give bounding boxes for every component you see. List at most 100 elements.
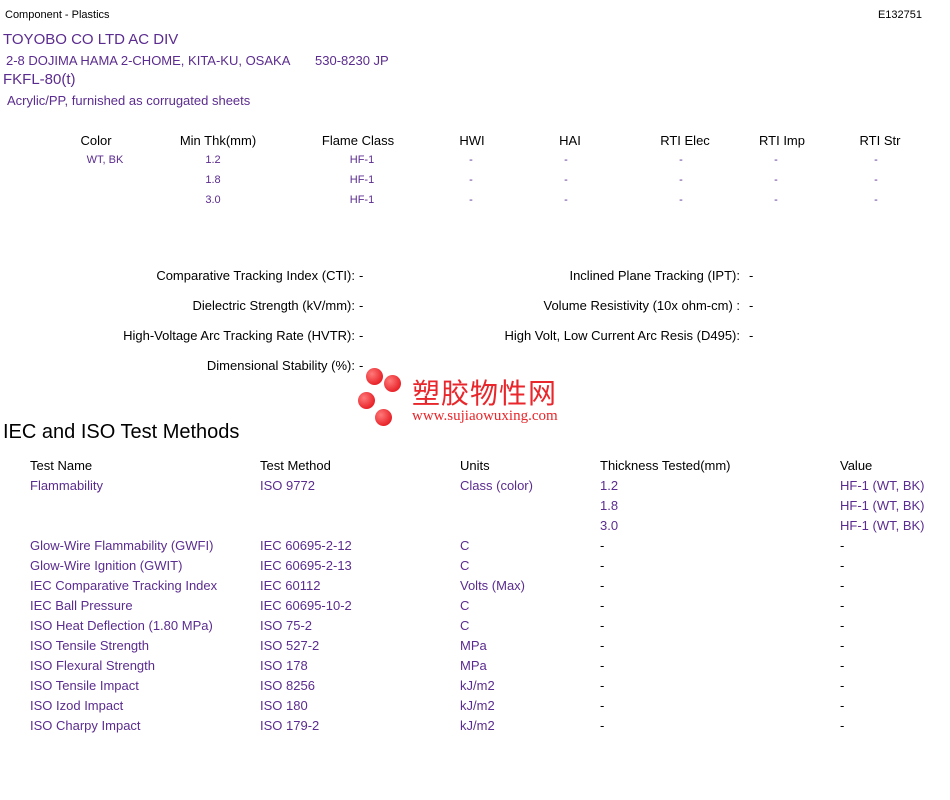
- property-label: High-Voltage Arc Tracking Rate (HVTR):: [123, 328, 355, 343]
- company-postal: 530-8230 JP: [315, 53, 389, 68]
- iec-cell-test-name: ISO Tensile Impact: [30, 678, 139, 693]
- ratings-table-cell: 1.8: [205, 174, 221, 186]
- ratings-table-cell: -: [469, 154, 473, 166]
- iec-cell-value: HF-1 (WT, BK): [840, 478, 925, 493]
- iec-cell-test-method: IEC 60695-10-2: [260, 598, 352, 613]
- ratings-table-cell: -: [874, 154, 878, 166]
- category-label: Component - Plastics: [5, 9, 110, 21]
- ratings-table-cell: -: [469, 194, 473, 206]
- iec-cell-units: MPa: [460, 658, 487, 673]
- iec-section-title: IEC and ISO Test Methods: [3, 421, 240, 443]
- col-header-test-method: Test Method: [260, 458, 331, 473]
- iec-cell-thickness: -: [600, 538, 605, 553]
- col-header-test-name: Test Name: [30, 458, 93, 473]
- product-description: Acrylic/PP, furnished as corrugated shee…: [7, 93, 251, 108]
- iec-cell-test-method: IEC 60112: [260, 578, 321, 593]
- ratings-table-cell: -: [874, 174, 878, 186]
- iec-cell-units: kJ/m2: [460, 698, 495, 713]
- col-header-color: Color: [80, 133, 112, 148]
- property-label: Comparative Tracking Index (CTI):: [156, 268, 355, 283]
- company-address: 2-8 DOJIMA HAMA 2-CHOME, KITA-KU, OSAKA: [6, 53, 291, 68]
- iec-cell-thickness: -: [600, 658, 605, 673]
- ratings-table-cell: -: [774, 154, 778, 166]
- property-label: Inclined Plane Tracking (IPT):: [569, 268, 740, 283]
- property-label: Dielectric Strength (kV/mm):: [192, 298, 355, 313]
- col-header-rti-str: RTI Str: [859, 133, 901, 148]
- ratings-table-cell: -: [774, 174, 778, 186]
- iec-cell-test-name: IEC Comparative Tracking Index: [30, 578, 218, 593]
- ratings-table-cell: -: [679, 194, 683, 206]
- iec-cell-value: HF-1 (WT, BK): [840, 498, 925, 513]
- ratings-table-cell: -: [679, 154, 683, 166]
- iec-cell-units: MPa: [460, 638, 487, 653]
- iec-cell-test-name: ISO Heat Deflection (1.80 MPa): [30, 618, 213, 633]
- iec-cell-test-method: ISO 179-2: [260, 718, 320, 733]
- iec-cell-units: C: [460, 598, 470, 613]
- ratings-table-cell: -: [774, 194, 778, 206]
- iec-cell-units: C: [460, 618, 470, 633]
- iec-cell-thickness: -: [600, 558, 605, 573]
- iec-cell-thickness: -: [600, 598, 605, 613]
- col-header-hwi: HWI: [459, 133, 485, 148]
- iec-cell-units: C: [460, 558, 470, 573]
- property-label: High Volt, Low Current Arc Resis (D495):: [504, 328, 740, 343]
- col-header-flame-class: Flame Class: [321, 133, 395, 148]
- iec-cell-test-name: Glow-Wire Ignition (GWIT): [30, 558, 183, 573]
- watermark-dot: [375, 409, 392, 426]
- iec-cell-value: -: [840, 538, 845, 553]
- iec-cell-value: -: [840, 598, 845, 613]
- iec-cell-thickness: 3.0: [600, 518, 619, 533]
- property-value: -: [359, 328, 364, 343]
- property-value: -: [749, 298, 754, 313]
- iec-cell-value: -: [840, 618, 845, 633]
- property-label: Dimensional Stability (%):: [206, 358, 355, 373]
- iec-cell-test-name: ISO Charpy Impact: [30, 718, 141, 733]
- iec-cell-thickness: 1.2: [600, 478, 619, 493]
- watermark-text: 塑胶物性网: [412, 377, 558, 410]
- iec-cell-test-method: ISO 8256: [260, 678, 315, 693]
- iec-cell-thickness: -: [600, 578, 605, 593]
- iec-cell-value: -: [840, 578, 845, 593]
- ratings-table-cell: WT, BK: [86, 154, 124, 166]
- iec-cell-thickness: -: [600, 618, 605, 633]
- property-label: Volume Resistivity (10x ohm-cm) :: [543, 298, 741, 313]
- col-header-thickness: Thickness Tested(mm): [600, 458, 731, 473]
- iec-cell-test-method: ISO 178: [260, 658, 308, 673]
- iec-cell-test-name: ISO Flexural Strength: [30, 658, 155, 673]
- iec-cell-thickness: -: [600, 638, 605, 653]
- iec-cell-test-name: IEC Ball Pressure: [30, 598, 133, 613]
- iec-cell-thickness: 1.8: [600, 498, 619, 513]
- iec-cell-test-name: ISO Izod Impact: [30, 698, 124, 713]
- ratings-table-cell: -: [564, 194, 568, 206]
- ratings-table-cell: -: [874, 194, 878, 206]
- ratings-table-cell: -: [564, 154, 568, 166]
- ratings-table-cell: HF-1: [349, 194, 375, 206]
- ratings-table-cell: -: [564, 174, 568, 186]
- company-name: TOYOBO CO LTD AC DIV: [3, 31, 179, 48]
- iec-cell-value: -: [840, 658, 845, 673]
- ratings-table-cell: 3.0: [205, 194, 221, 206]
- iec-cell-value: -: [840, 638, 845, 653]
- iec-cell-value: -: [840, 698, 845, 713]
- iec-cell-value: HF-1 (WT, BK): [840, 518, 925, 533]
- iec-cell-value: -: [840, 678, 845, 693]
- product-name: FKFL-80(t): [3, 71, 76, 88]
- watermark-dot: [384, 375, 401, 392]
- watermark: 塑胶物性网 www.sujiaowuxing.com: [356, 368, 596, 428]
- iec-cell-units: Volts (Max): [460, 578, 526, 593]
- property-value: -: [359, 298, 364, 313]
- iec-cell-value: -: [840, 718, 845, 733]
- iec-cell-test-method: ISO 9772: [260, 478, 315, 493]
- watermark-dot: [366, 368, 383, 385]
- iec-cell-test-method: ISO 75-2: [260, 618, 313, 633]
- iec-cell-thickness: -: [600, 698, 605, 713]
- iec-cell-units: kJ/m2: [460, 718, 495, 733]
- ratings-table-cell: -: [469, 174, 473, 186]
- iec-cell-test-method: ISO 527-2: [260, 638, 320, 653]
- watermark-dot: [358, 392, 375, 409]
- watermark-url: www.sujiaowuxing.com: [412, 408, 558, 424]
- col-header-value: Value: [840, 458, 873, 473]
- file-number: E132751: [877, 9, 922, 21]
- iec-cell-test-method: IEC 60695-2-13: [260, 558, 352, 573]
- iec-cell-units: C: [460, 538, 470, 553]
